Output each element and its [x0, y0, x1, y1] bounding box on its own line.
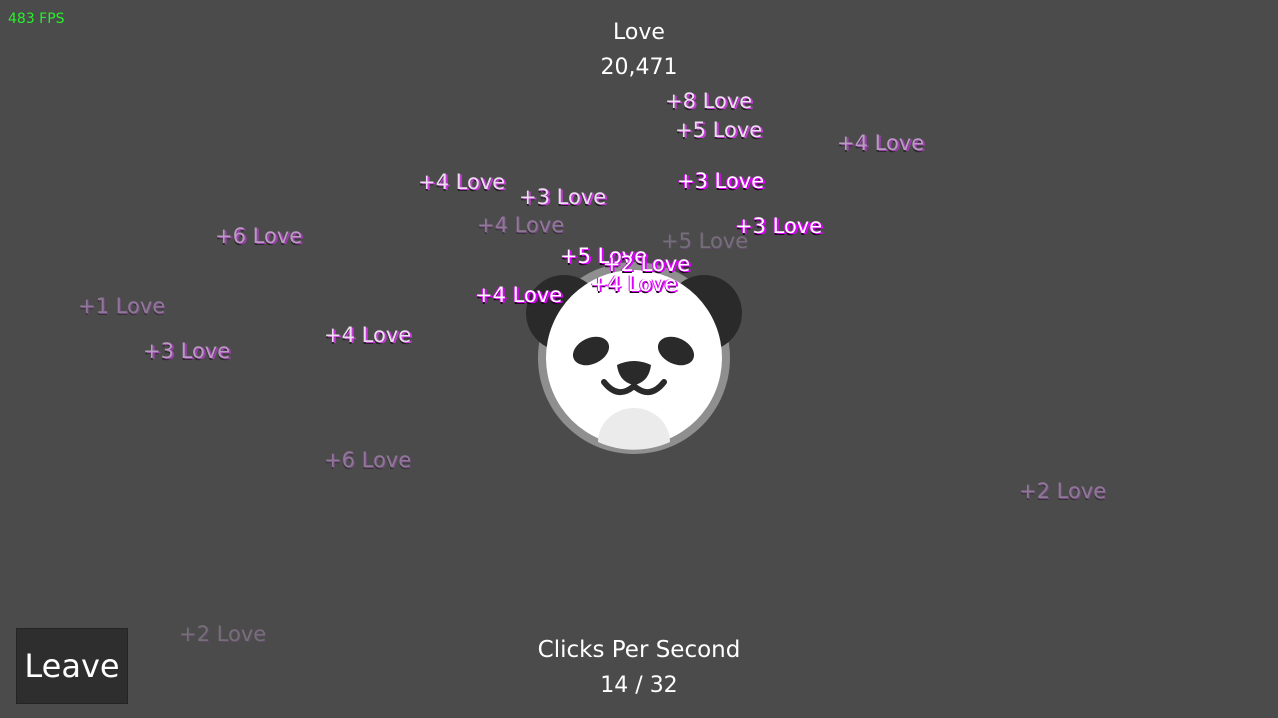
love-count: 20,471	[600, 55, 678, 80]
love-gain-popup: +4 Love	[418, 170, 506, 194]
game-screen: 483 FPS Love 20,471 +8 Love +5 Love +4 L…	[0, 0, 1278, 718]
love-gain-popup: +3 Love	[735, 214, 823, 238]
clicks-per-second-label: Clicks Per Second	[537, 637, 741, 663]
love-gain-popup: +1 Love	[78, 294, 166, 318]
love-gain-popup: +6 Love	[215, 224, 303, 248]
love-gain-popup: +3 Love	[519, 185, 607, 209]
love-gain-popup: +5 Love	[675, 118, 763, 142]
love-gain-popup: +3 Love	[143, 339, 231, 363]
clicks-per-second-value: 14 / 32	[600, 673, 678, 698]
love-gain-popup: +8 Love	[665, 89, 753, 113]
panda-clicker[interactable]	[518, 262, 752, 456]
leave-button-label: Leave	[24, 647, 120, 685]
love-gain-popup: +6 Love	[324, 448, 412, 472]
love-label: Love	[613, 20, 665, 45]
love-gain-popup: +2 Love	[1019, 479, 1107, 503]
love-gain-popup: +4 Love	[324, 323, 412, 347]
panda-face-icon	[526, 262, 742, 454]
love-gain-popup: +4 Love	[837, 131, 925, 155]
leave-button[interactable]: Leave	[16, 628, 128, 704]
love-gain-popup: +4 Love	[477, 213, 565, 237]
love-gain-popup: +5 Love	[661, 229, 749, 253]
love-gain-popup: +3 Love	[677, 169, 765, 193]
